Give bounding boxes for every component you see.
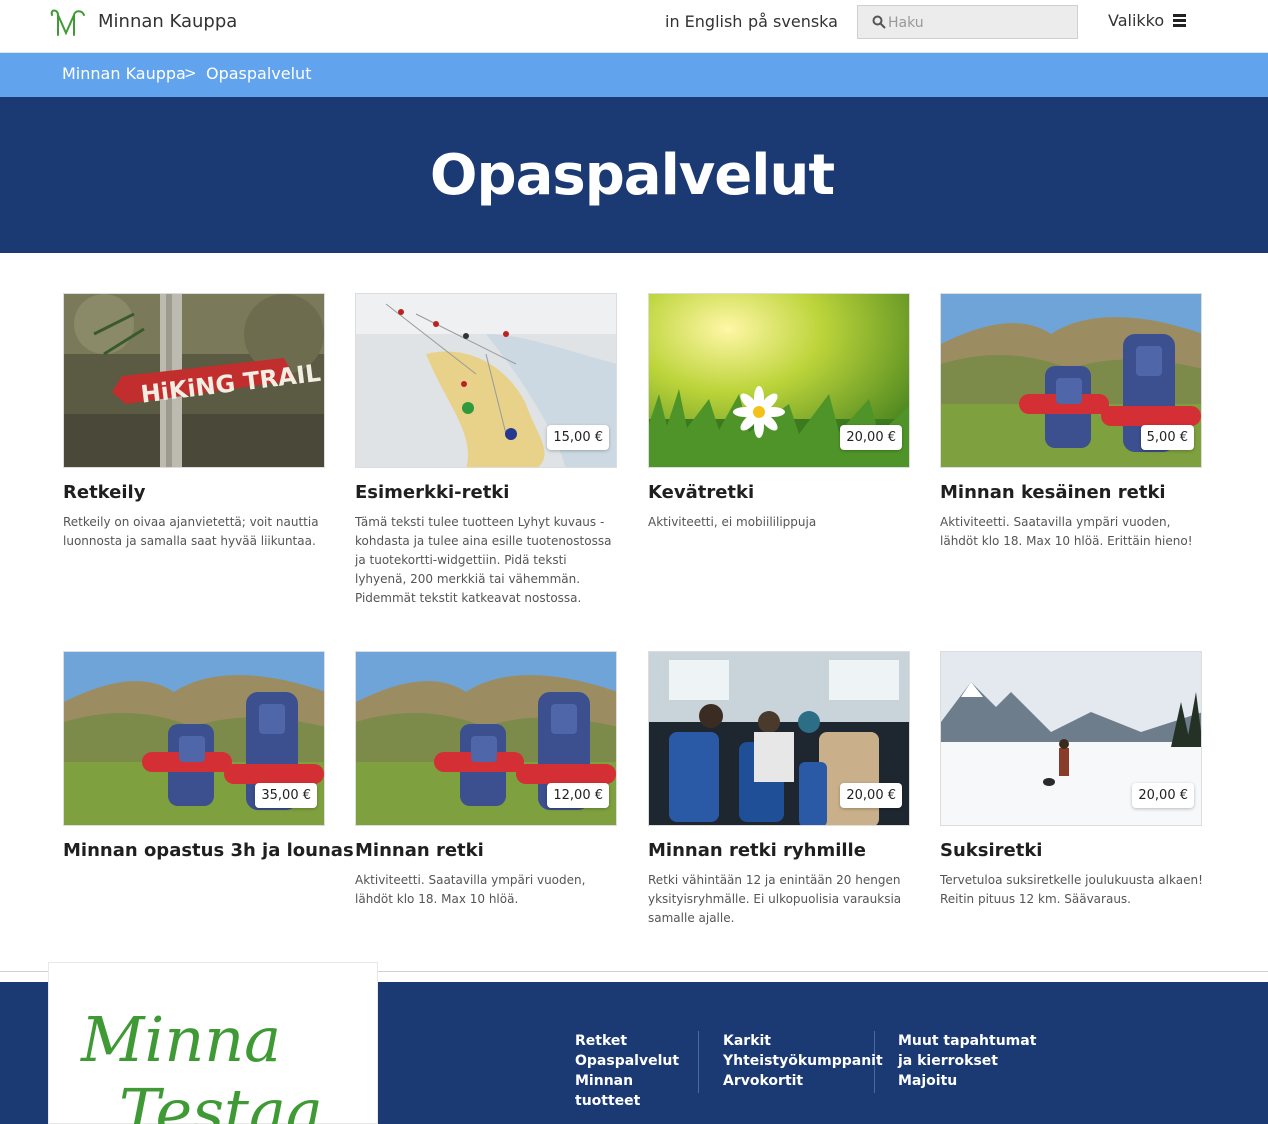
- product-description: Tämä teksti tulee tuotteen Lyhyt kuvaus …: [355, 515, 612, 605]
- product-title[interactable]: Esimerkki-retki: [355, 482, 625, 503]
- product-description: Aktiviteetti. Saatavilla ympäri vuoden, …: [355, 873, 586, 906]
- site-title[interactable]: Minnan Kauppa: [98, 11, 237, 32]
- price-badge: 20,00 €: [840, 425, 902, 450]
- svg-text:Minna: Minna: [80, 1003, 281, 1076]
- product-title[interactable]: Kevätretki: [648, 482, 918, 503]
- price-badge: 20,00 €: [1132, 783, 1194, 808]
- product-description: Aktiviteetti, ei mobiililippuja: [648, 515, 817, 529]
- footer-link-majoitu[interactable]: Majoitu: [898, 1071, 1048, 1091]
- hiking-trail-sign-image: HiKiNG TRAIL: [64, 294, 324, 467]
- breadcrumb-home-link[interactable]: Minnan Kauppa: [62, 64, 186, 83]
- footer-link-yhteistyokumppanit[interactable]: Yhteistyökumppanit: [723, 1051, 883, 1071]
- language-english-link[interactable]: in English: [665, 12, 742, 31]
- product-title[interactable]: Retkeily: [63, 482, 333, 503]
- search-icon: [872, 15, 886, 29]
- footer-link-muut-tapahtumat[interactable]: Muut tapahtumat ja kierrokset: [898, 1031, 1048, 1071]
- page-hero: Opaspalvelut: [0, 97, 1268, 253]
- footer-link-karkit[interactable]: Karkit: [723, 1031, 874, 1051]
- product-title[interactable]: Minnan retki: [355, 840, 625, 861]
- language-swedish-link[interactable]: på svenska: [748, 12, 838, 31]
- price-badge: 20,00 €: [840, 783, 902, 808]
- footer-links-column: Karkit Yhteistyökumppanit Arvokortit: [723, 1031, 883, 1093]
- hamburger-menu-icon[interactable]: [1173, 14, 1186, 28]
- price-badge: 12,00 €: [547, 783, 609, 808]
- svg-text:Testaa: Testaa: [119, 1075, 323, 1124]
- minna-testaa-logo: Minna Testaa: [80, 1003, 323, 1124]
- price-badge: 5,00 €: [1140, 425, 1194, 450]
- breadcrumb-separator: >: [184, 64, 197, 82]
- page-title: Opaspalvelut: [429, 143, 835, 208]
- product-title[interactable]: Minnan retki ryhmille: [648, 840, 918, 861]
- price-badge: 15,00 €: [547, 425, 609, 450]
- breadcrumb: Minnan Kauppa > Opaspalvelut: [0, 53, 1268, 97]
- top-navigation: Minnan Kauppa in English på svenska Vali…: [0, 0, 1268, 53]
- product-description: Retki vähintään 12 ja enintään 20 hengen…: [648, 873, 902, 925]
- footer-link-opaspalvelut[interactable]: Opaspalvelut: [575, 1051, 698, 1071]
- search-input[interactable]: [888, 12, 1068, 34]
- product-title[interactable]: Suksiretki: [940, 840, 1210, 861]
- footer-link-retket[interactable]: Retket: [575, 1031, 698, 1051]
- price-badge: 35,00 €: [255, 783, 317, 808]
- product-description: Retkeily on oivaa ajanvietettä; voit nau…: [63, 515, 319, 548]
- footer-links-column: Retket Opaspalvelut Minnan tuotteet: [575, 1031, 699, 1109]
- footer-links-column: Muut tapahtumat ja kierrokset Majoitu: [898, 1031, 1048, 1091]
- logo-icon[interactable]: [48, 7, 88, 39]
- product-description: Tervetuloa suksiretkelle joulukuusta alk…: [940, 873, 1203, 906]
- footer-logo[interactable]: Minna Testaa: [48, 962, 378, 1124]
- footer-link-arvokortit[interactable]: Arvokortit: [723, 1071, 874, 1091]
- product-description: Aktiviteetti. Saatavilla ympäri vuoden, …: [940, 515, 1193, 548]
- footer-link-minnan-tuotteet[interactable]: Minnan tuotteet: [575, 1071, 698, 1111]
- menu-button[interactable]: Valikko: [1108, 11, 1164, 30]
- search-box[interactable]: [857, 5, 1078, 39]
- product-image[interactable]: HiKiNG TRAIL: [63, 293, 325, 468]
- product-title[interactable]: Minnan opastus 3h ja lounas: [63, 840, 354, 861]
- product-title[interactable]: Minnan kesäinen retki: [940, 482, 1210, 503]
- breadcrumb-current[interactable]: Opaspalvelut: [206, 64, 311, 83]
